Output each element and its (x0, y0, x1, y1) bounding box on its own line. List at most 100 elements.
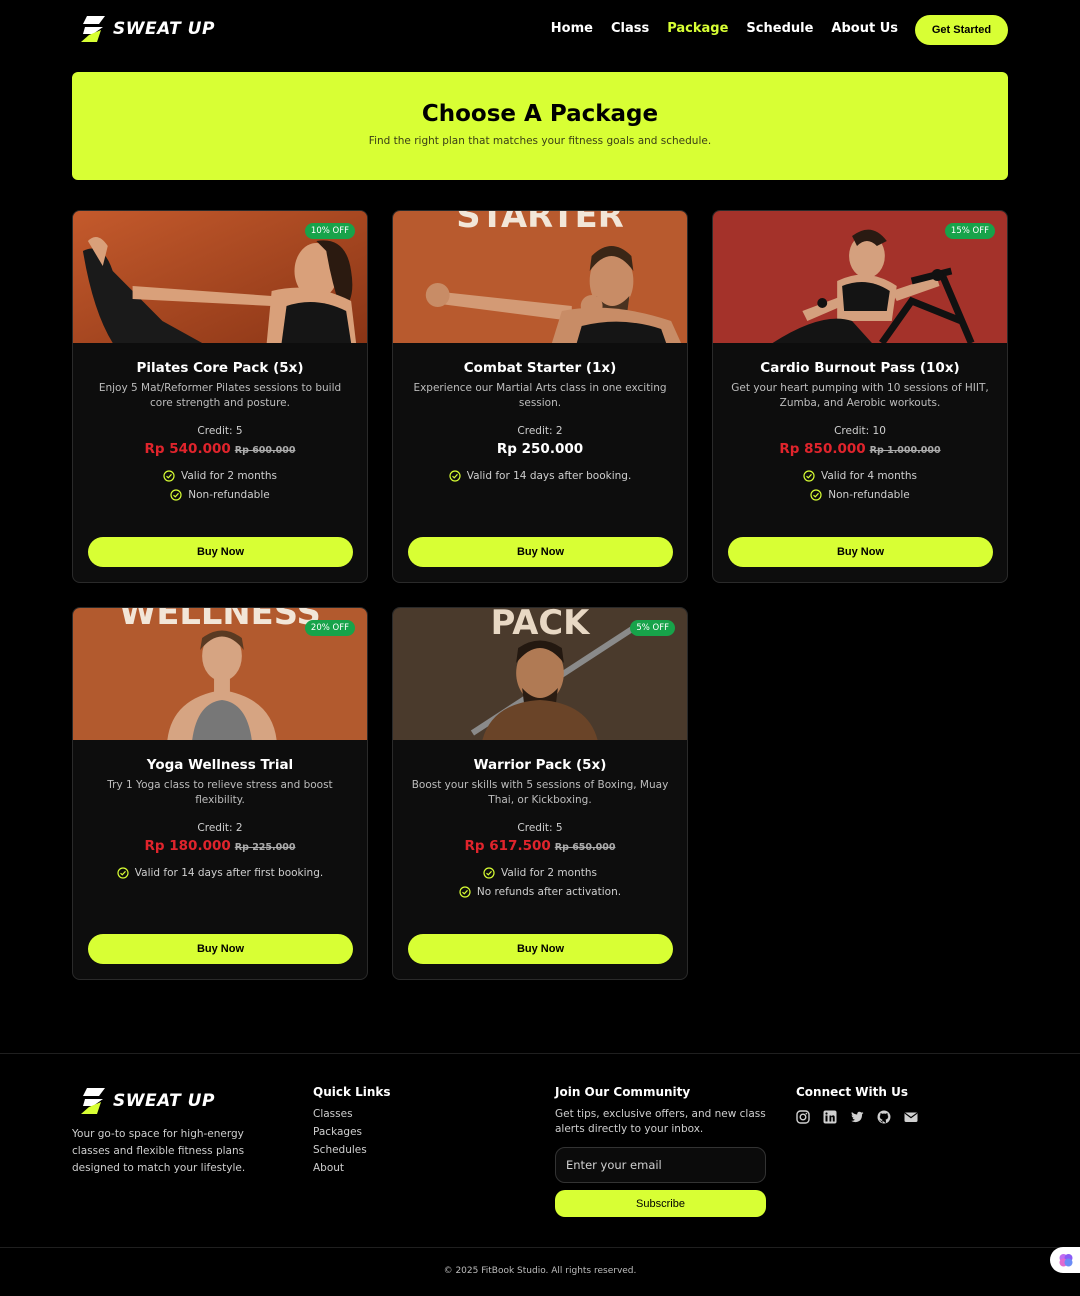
package-credit: Credit: 10 (834, 425, 886, 437)
feature-text: Valid for 2 months (181, 470, 277, 482)
feature-item: Valid for 14 days after first booking. (117, 867, 323, 879)
nav-about-link[interactable]: About Us (831, 21, 898, 36)
feature-item: Valid for 4 months (803, 470, 917, 482)
svg-text:PACK: PACK (491, 608, 591, 642)
package-features: Valid for 2 months Non-refundable (91, 470, 349, 501)
instagram-icon[interactable] (796, 1110, 810, 1124)
discount-badge: 5% OFF (630, 620, 675, 636)
package-credit: Credit: 2 (517, 425, 563, 437)
discount-badge: 20% OFF (304, 620, 355, 636)
package-card-combat: STARTER Combat Starter (1x) Experience o… (392, 210, 688, 583)
package-credit: Credit: 5 (517, 822, 563, 834)
svg-text:WELLNESS: WELLNESS (119, 608, 321, 632)
check-circle-icon (170, 489, 182, 501)
package-image: 10% OFF (73, 211, 367, 343)
feature-item: No refunds after activation. (459, 886, 621, 898)
package-description: Boost your skills with 5 sessions of Box… (411, 779, 669, 806)
package-credit: Credit: 5 (197, 425, 243, 437)
footer-link-packages[interactable]: Packages (313, 1125, 367, 1140)
page-title: Choose A Package (421, 101, 659, 127)
buy-now-button[interactable]: Buy Now (408, 537, 673, 567)
check-circle-icon (449, 470, 461, 482)
footer-link-about[interactable]: About (313, 1161, 367, 1176)
get-started-button[interactable]: Get Started (915, 15, 1008, 45)
feature-text: Valid for 4 months (821, 470, 917, 482)
top-navbar: SWEAT UP Home Class Package Schedule Abo… (0, 0, 1080, 62)
feature-text: Valid for 14 days after first booking. (134, 867, 324, 879)
brand-logo[interactable]: SWEAT UP (79, 16, 215, 42)
package-price: Rp 617.500 (464, 838, 551, 854)
package-description: Try 1 Yoga class to relieve stress and b… (107, 779, 333, 806)
brain-icon (1059, 1254, 1073, 1267)
copyright-text: © 2025 FitBook Studio. All rights reserv… (443, 1266, 637, 1276)
community-heading: Join Our Community (555, 1085, 691, 1099)
linkedin-icon[interactable] (823, 1110, 837, 1124)
check-circle-icon (803, 470, 815, 482)
footer-link-schedules[interactable]: Schedules (313, 1143, 367, 1158)
package-description: Experience our Martial Arts class in one… (413, 382, 667, 409)
connect-heading: Connect With Us (796, 1085, 908, 1099)
package-image: PACK 5% OFF (393, 608, 687, 740)
page-subtitle: Find the right plan that matches your fi… (368, 135, 712, 147)
hero-banner: Choose A Package Find the right plan tha… (72, 72, 1008, 180)
nav-home-link[interactable]: Home (551, 21, 593, 36)
footer-divider (0, 1053, 1080, 1054)
feature-text: Non-refundable (188, 489, 270, 501)
nav-schedule-link[interactable]: Schedule (746, 21, 813, 36)
discount-badge: 10% OFF (304, 223, 355, 239)
bolt-logo-icon (81, 16, 105, 42)
package-price: Rp 540.000 (144, 441, 231, 457)
package-image: STARTER (393, 211, 687, 343)
check-circle-icon (117, 867, 129, 879)
buy-now-button[interactable]: Buy Now (88, 934, 353, 964)
feature-item: Valid for 14 days after booking. (449, 470, 632, 482)
subscribe-button[interactable]: Subscribe (555, 1190, 766, 1217)
brand-name: SWEAT UP (113, 19, 215, 39)
nav-class-link[interactable]: Class (611, 21, 649, 36)
package-title: Combat Starter (1x) (463, 360, 617, 376)
buy-now-button[interactable]: Buy Now (88, 537, 353, 567)
feature-text: Valid for 14 days after booking. (466, 470, 632, 482)
package-title: Cardio Burnout Pass (10x) (760, 360, 960, 376)
package-old-price: Rp 1.000.000 (869, 445, 941, 456)
copyright-divider (0, 1247, 1080, 1248)
brand-name: SWEAT UP (113, 1091, 215, 1111)
package-title: Pilates Core Pack (5x) (136, 360, 304, 376)
package-title: Yoga Wellness Trial (146, 757, 294, 773)
community-text: Get tips, exclusive offers, and new clas… (555, 1108, 766, 1135)
package-price: Rp 180.000 (144, 838, 231, 854)
feature-item: Valid for 2 months (483, 867, 597, 879)
buy-now-button[interactable]: Buy Now (408, 934, 673, 964)
check-circle-icon (163, 470, 175, 482)
footer-about-text: Your go-to space for high-energy classes… (72, 1128, 246, 1174)
quick-links-list: Classes Packages Schedules About (313, 1107, 367, 1176)
package-features: Valid for 4 months Non-refundable (731, 470, 989, 501)
package-features: Valid for 14 days after first booking. (91, 867, 349, 879)
package-description: Get your heart pumping with 10 sessions … (731, 382, 989, 409)
package-old-price: Rp 225.000 (234, 842, 296, 853)
feature-item: Valid for 2 months (163, 470, 277, 482)
twitter-icon[interactable] (850, 1110, 864, 1124)
discount-badge: 15% OFF (944, 223, 995, 239)
email-input[interactable] (555, 1147, 766, 1183)
feature-item: Non-refundable (170, 489, 270, 501)
nav-package-link[interactable]: Package (667, 21, 728, 36)
github-icon[interactable] (877, 1110, 891, 1124)
footer-link-classes[interactable]: Classes (313, 1107, 367, 1122)
footer-brand-logo[interactable]: SWEAT UP (79, 1088, 215, 1114)
package-card-yoga: WELLNESS 20% OFF Yoga Wellness Trial Try… (72, 607, 368, 980)
social-links (796, 1110, 918, 1124)
mail-icon[interactable] (904, 1110, 918, 1124)
nav-links: Home Class Package Schedule About Us (551, 21, 898, 36)
package-description: Enjoy 5 Mat/Reformer Pilates sessions to… (98, 382, 342, 409)
feature-item: Non-refundable (810, 489, 910, 501)
buy-now-button[interactable]: Buy Now (728, 537, 993, 567)
combat-photo-illustration: STARTER (393, 211, 687, 343)
package-price: Rp 250.000 (496, 441, 584, 457)
feature-text: Valid for 2 months (501, 867, 597, 879)
package-image: 15% OFF (713, 211, 1007, 343)
package-credit: Credit: 2 (197, 822, 243, 834)
assistant-widget-button[interactable] (1050, 1247, 1080, 1273)
bolt-logo-icon (81, 1088, 105, 1114)
check-circle-icon (459, 886, 471, 898)
